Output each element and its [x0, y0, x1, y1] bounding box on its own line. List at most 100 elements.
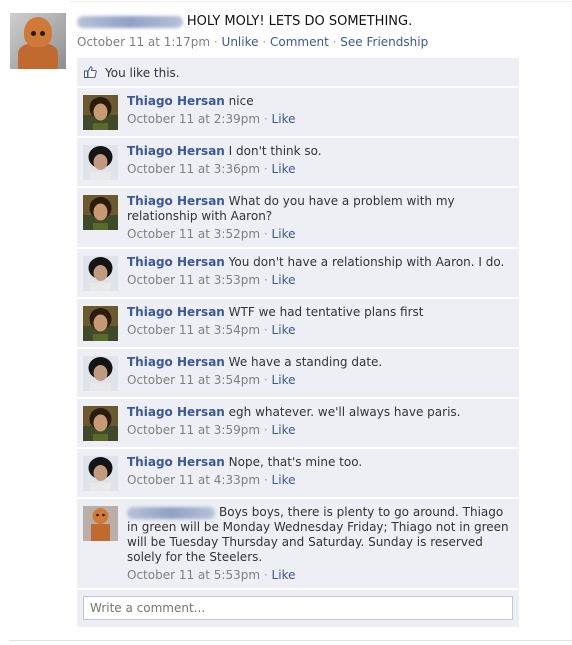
comment-item: Thiago Hersan Nope, that's mine too. Octo… — [77, 449, 519, 497]
comment-like-link[interactable]: Like — [272, 227, 296, 241]
commenter-avatar[interactable] — [83, 95, 118, 130]
comment-like-link[interactable]: Like — [272, 568, 296, 582]
post-timestamp[interactable]: October 11 at 1:17pm — [77, 35, 210, 49]
comment-body: Thiago Hersan What do you have a problem… — [127, 194, 511, 224]
post-meta: October 11 at 1:17pm · Unlike · Comment … — [77, 35, 428, 49]
comment-item: Thiago Hersan What do you have a problem… — [77, 188, 519, 247]
comment-timestamp[interactable]: October 11 at 3:54pm — [127, 323, 260, 337]
post-author-avatar[interactable] — [10, 13, 66, 69]
bottom-divider — [9, 640, 572, 641]
feedback-panel: You like this. Thiago Hersan nice October… — [77, 58, 519, 627]
commenter-name[interactable]: Thiago Hersan — [127, 255, 225, 269]
commenter-name[interactable]: Thiago Hersan — [127, 144, 225, 158]
see-friendship-link[interactable]: See Friendship — [340, 35, 428, 49]
top-divider — [70, 1, 572, 2]
comment-meta: October 11 at 4:33pm · Like — [127, 473, 511, 487]
comment-timestamp[interactable]: October 11 at 3:36pm — [127, 162, 260, 176]
avatar-image — [83, 456, 118, 491]
commenter-avatar[interactable] — [83, 195, 118, 230]
meta-separator: · — [263, 273, 268, 287]
avatar-image — [83, 256, 118, 291]
comment-item: Thiago Hersan You don't have a relations… — [77, 249, 519, 297]
meta-separator: · — [263, 162, 268, 176]
comment-meta: October 11 at 3:53pm · Like — [127, 273, 511, 287]
redacted-author-name[interactable] — [77, 15, 183, 28]
commenter-avatar[interactable] — [83, 145, 118, 180]
comment-timestamp[interactable]: October 11 at 2:39pm — [127, 112, 260, 126]
comment-timestamp[interactable]: October 11 at 4:33pm — [127, 473, 260, 487]
post-header: HOLY MOLY! LETS DO SOMETHING. — [77, 14, 557, 29]
likes-bar: You like this. — [77, 58, 519, 86]
commenter-avatar[interactable] — [83, 406, 118, 441]
comment-like-link[interactable]: Like — [272, 112, 296, 126]
avatar-eye — [40, 31, 45, 36]
meta-separator: · — [263, 323, 268, 337]
comment-like-link[interactable]: Like — [272, 273, 296, 287]
commenter-avatar[interactable] — [83, 356, 118, 391]
comment-text: egh whatever. we'll always have paris. — [228, 405, 461, 419]
comment-text: You don't have a relationship with Aaron… — [228, 255, 505, 269]
comment-text: I don't think so. — [228, 144, 322, 158]
avatar-image — [83, 506, 118, 541]
comment-meta: October 11 at 2:39pm · Like — [127, 112, 511, 126]
commenter-avatar[interactable] — [83, 456, 118, 491]
comment-composer — [77, 590, 519, 627]
comment-text: Nope, that's mine too. — [228, 455, 363, 469]
meta-separator: · — [213, 35, 218, 49]
commenter-avatar[interactable] — [83, 506, 118, 541]
comment-like-link[interactable]: Like — [272, 323, 296, 337]
commenter-name[interactable]: Thiago Hersan — [127, 455, 225, 469]
comment-body: Thiago Hersan I don't think so. — [127, 144, 511, 159]
meta-separator: · — [263, 373, 268, 387]
meta-separator: · — [263, 423, 268, 437]
comment-link[interactable]: Comment — [270, 35, 329, 49]
meta-separator: · — [332, 35, 337, 49]
comment-like-link[interactable]: Like — [272, 473, 296, 487]
like-thumb-icon — [84, 66, 97, 78]
avatar-image — [83, 195, 118, 230]
comment-meta: October 11 at 3:52pm · Like — [127, 227, 511, 241]
unlike-link[interactable]: Unlike — [222, 35, 259, 49]
comment-item: Thiago Hersan We have a standing date. Oc… — [77, 349, 519, 397]
commenter-name[interactable]: Thiago Hersan — [127, 305, 225, 319]
comment-timestamp[interactable]: October 11 at 5:53pm — [127, 568, 260, 582]
comment-like-link[interactable]: Like — [272, 373, 296, 387]
meta-separator: · — [262, 35, 267, 49]
commenter-name[interactable]: Thiago Hersan — [127, 194, 225, 208]
comment-timestamp[interactable]: October 11 at 3:52pm — [127, 227, 260, 241]
comment-body: Thiago Hersan WTF we had tentative plans… — [127, 305, 511, 320]
comment-item: Thiago Hersan WTF we had tentative plans… — [77, 299, 519, 347]
comment-text: We have a standing date. — [228, 355, 383, 369]
avatar-eye — [31, 31, 36, 36]
commenter-name[interactable]: Thiago Hersan — [127, 405, 225, 419]
comment-meta: October 11 at 3:36pm · Like — [127, 162, 511, 176]
comment-body: Thiago Hersan We have a standing date. — [127, 355, 511, 370]
commenter-avatar[interactable] — [83, 256, 118, 291]
avatar-image — [83, 356, 118, 391]
comment-meta: October 11 at 3:54pm · Like — [127, 373, 511, 387]
comment-body: Thiago Hersan Nope, that's mine too. — [127, 455, 511, 470]
comment-item: Thiago Hersan egh whatever. we'll always… — [77, 399, 519, 447]
commenter-name[interactable]: Thiago Hersan — [127, 355, 225, 369]
post-message: HOLY MOLY! LETS DO SOMETHING. — [186, 14, 413, 29]
avatar-image — [83, 406, 118, 441]
meta-separator: · — [263, 112, 268, 126]
redacted-commenter-name[interactable] — [127, 506, 215, 519]
comment-body: Thiago Hersan You don't have a relations… — [127, 255, 511, 270]
comment-timestamp[interactable]: October 11 at 3:54pm — [127, 373, 260, 387]
comment-body: Boys boys, there is plenty to go around.… — [127, 505, 511, 565]
comment-like-link[interactable]: Like — [272, 423, 296, 437]
meta-separator: · — [263, 473, 268, 487]
avatar-image — [83, 95, 118, 130]
comment-item: Boys boys, there is plenty to go around.… — [77, 499, 519, 588]
comment-list: Thiago Hersan nice October 11 at 2:39pm ·… — [77, 88, 519, 588]
comment-like-link[interactable]: Like — [272, 162, 296, 176]
comment-meta: October 11 at 3:59pm · Like — [127, 423, 511, 437]
comment-timestamp[interactable]: October 11 at 3:59pm — [127, 423, 260, 437]
commenter-name[interactable]: Thiago Hersan — [127, 94, 225, 108]
comment-body: Thiago Hersan egh whatever. we'll always… — [127, 405, 511, 420]
comment-text: nice — [228, 94, 254, 108]
comment-input[interactable] — [83, 596, 513, 620]
commenter-avatar[interactable] — [83, 306, 118, 341]
comment-timestamp[interactable]: October 11 at 3:53pm — [127, 273, 260, 287]
